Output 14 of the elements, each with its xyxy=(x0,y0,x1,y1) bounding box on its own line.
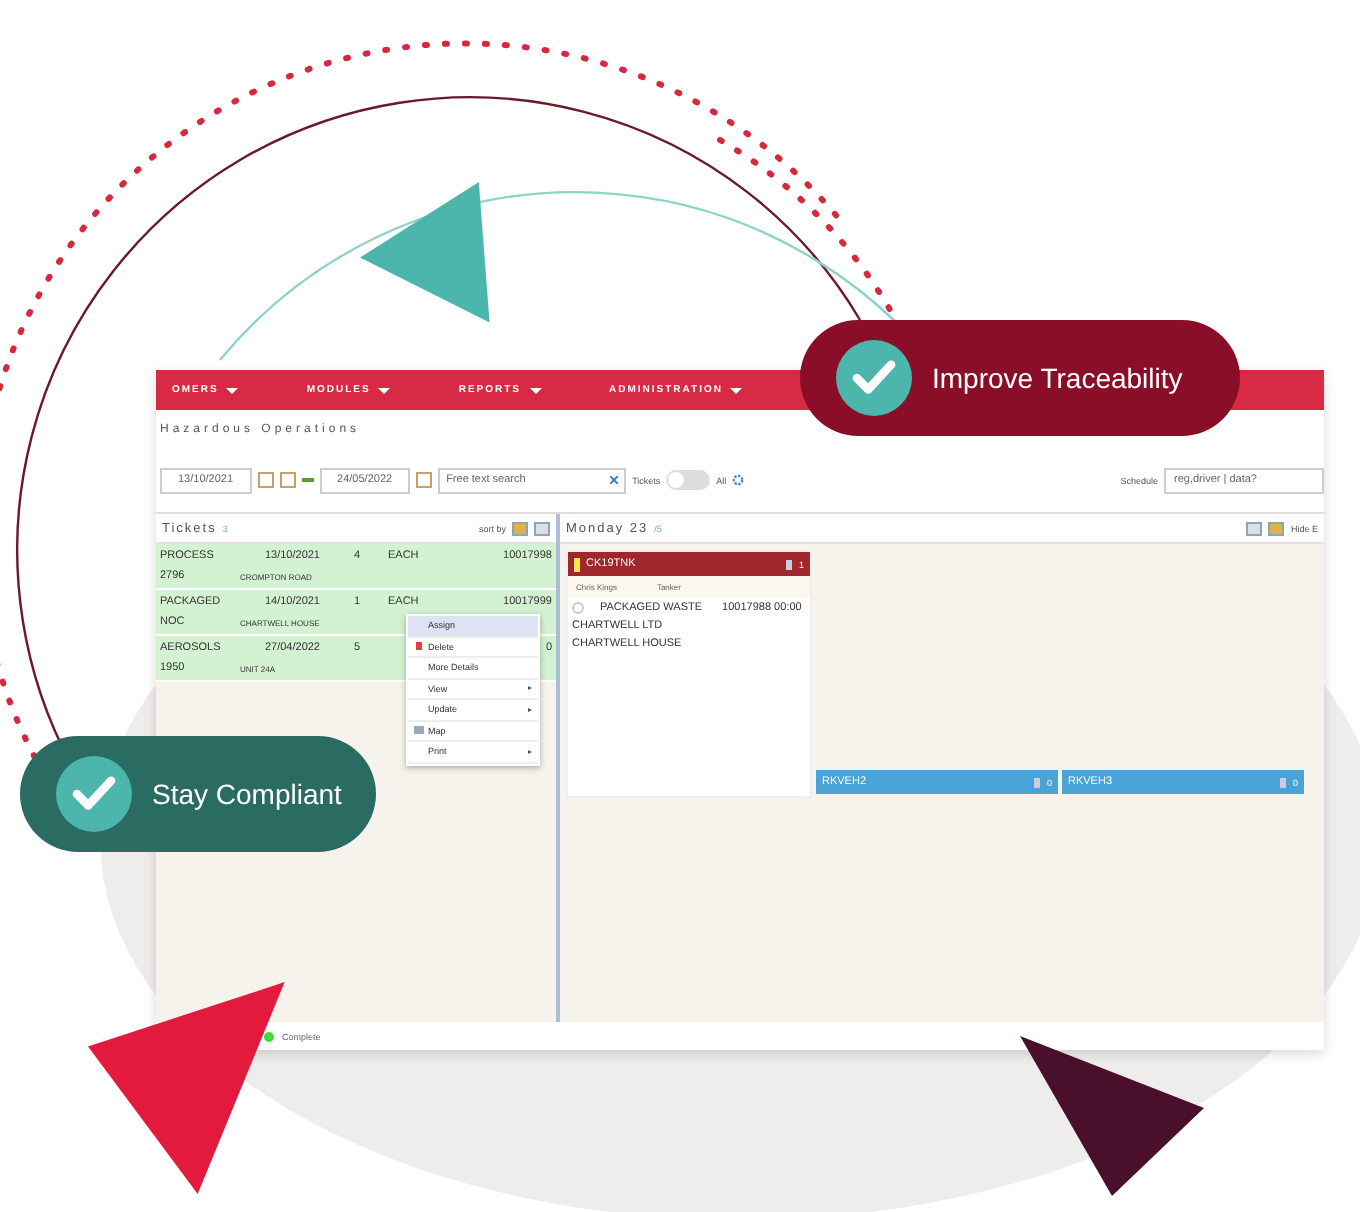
check-icon xyxy=(56,756,132,832)
clear-icon[interactable] xyxy=(610,476,619,484)
map-icon xyxy=(413,726,423,735)
caret-icon xyxy=(378,387,391,393)
toggle-switch[interactable] xyxy=(666,470,711,490)
radio-button[interactable] xyxy=(572,602,584,614)
check-icon xyxy=(836,340,912,416)
badge-label: Stay Compliant xyxy=(152,778,342,810)
caret-icon xyxy=(529,387,542,393)
badge-label: Improve Traceability xyxy=(932,362,1183,394)
settings-icon[interactable] xyxy=(732,474,745,486)
delete-icon xyxy=(415,642,421,651)
caret-icon xyxy=(226,387,239,393)
caret-icon xyxy=(730,387,743,393)
